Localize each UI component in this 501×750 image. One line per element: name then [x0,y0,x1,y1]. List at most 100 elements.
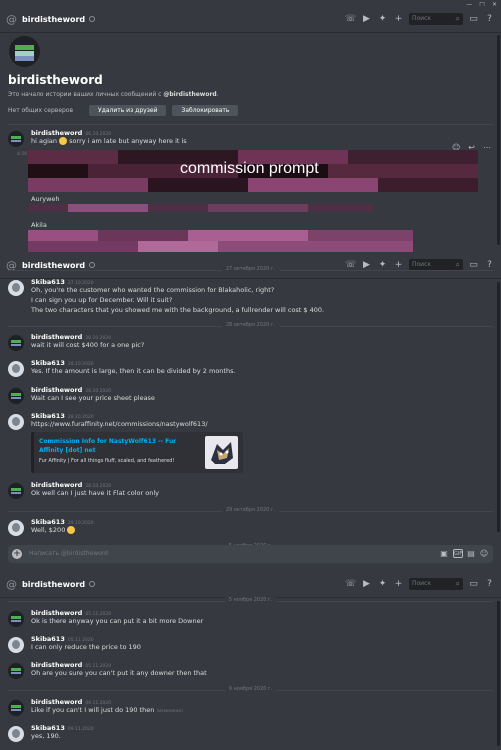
status-icon [89,16,96,22]
username[interactable]: Skiba613 [31,724,65,732]
add-friend-icon[interactable]: + [393,260,404,271]
username[interactable]: birdistheword [31,386,82,394]
message[interactable]: birdistheword 28.10.2020 wait it will cos… [8,333,491,351]
message-text: Akila [31,221,47,229]
intro-username: birdistheword [8,73,103,87]
avatar [8,335,24,351]
message-text: Ok is there anyway you can put it a bit … [31,617,204,625]
message[interactable]: Skiba613 27.10.2020 Oh, you're the custom… [8,278,491,316]
message[interactable]: birdistheword 28.10.2020 Wait can I see y… [8,386,491,404]
embed-description: Fur Affinity | For all things fluff, sca… [39,458,175,464]
divider [8,124,493,125]
pin-icon[interactable]: ✦ [377,579,388,590]
username[interactable]: Skiba613 [31,278,65,286]
date-divider: 29 октября 2020 г. [8,507,493,513]
message[interactable]: birdistheword 05.11.2020 Oh are you sure … [8,661,491,679]
message[interactable]: birdistheword 06.10.2020 hi agian sorry i… [8,129,491,147]
search-input[interactable]: Поиск [409,13,463,25]
embed-title[interactable]: Commission Info for NastyWolf613 -- Fur … [39,437,194,455]
message-text: wait it will cost $400 for a one pic? [31,341,145,349]
avatar [8,726,24,742]
sticker-icon[interactable]: ▤ [466,549,476,558]
message[interactable]: birdistheword 09.11.2020 Like if you can'… [8,698,491,717]
message[interactable]: Skiba613 29.10.2020 Well, $200 [8,518,491,536]
gift-icon[interactable]: ▣ [439,549,449,558]
message-composer[interactable]: + Написать @birdistheword ▣ GIF ▤ ☺ [8,545,493,563]
avatar [8,388,24,404]
message-text: Like if you can't I will just do 190 the… [31,706,155,714]
avatar [8,131,24,147]
username[interactable]: Skiba613 [31,359,65,367]
pixelated-image[interactable] [28,230,413,252]
plus-icon[interactable]: + [12,549,22,559]
username[interactable]: birdistheword [31,609,82,617]
avatar [8,280,24,296]
date-divider: 9 ноября 2020 г. [8,686,493,692]
more-icon[interactable]: ⋯ [483,143,491,152]
at-icon: @ [6,577,17,591]
username[interactable]: birdistheword [31,333,82,341]
help-icon[interactable]: ? [484,579,495,590]
phone-icon[interactable]: ☏ [345,260,356,271]
add-friend-icon[interactable]: + [393,14,404,25]
video-icon[interactable]: ▶ [361,579,372,590]
message[interactable]: Skiba613 28.10.2020 https://www.furaffini… [8,412,491,430]
avatar [8,414,24,430]
inbox-icon[interactable]: ▭ [468,260,479,271]
username[interactable]: birdistheword [31,481,82,489]
message[interactable]: Skiba613 09.11.2020 yes, 190. [8,724,491,742]
pin-icon[interactable]: ✦ [377,260,388,271]
username[interactable]: Skiba613 [31,518,65,526]
video-icon[interactable]: ▶ [361,260,372,271]
embed-thumbnail[interactable] [205,436,238,469]
composer-input[interactable]: Написать @birdistheword [29,550,108,557]
message-link[interactable]: https://www.furaffinity.net/commissions/… [31,420,491,430]
header-username: birdistheword [22,260,86,270]
avatar [8,637,24,653]
timestamp: 09.11.2020 [67,727,94,732]
video-icon[interactable]: ▶ [361,14,372,25]
message[interactable]: Skiba613 28.10.2020 Yes. If the amount is… [8,359,491,377]
date-divider: 27 октября 2020 г. [8,266,493,272]
scrollbar[interactable] [497,35,500,245]
avatar [8,663,24,679]
username[interactable]: birdistheword [31,698,82,706]
mutual-servers: Нет общих серверов [8,107,74,114]
date-divider: 28 октября 2020 г. [8,322,493,328]
username[interactable]: Skiba613 [31,412,65,420]
dm-header: @ birdistheword ☏ ▶ ✦ + Поиск ▭ ? [0,6,501,33]
dm-header: @ birdistheword ☏ ▶ ✦ + Поиск ▭ ? [0,571,501,598]
at-icon: @ [6,12,17,26]
phone-icon[interactable]: ☏ [345,579,356,590]
search-input[interactable]: Поиск [409,578,463,590]
screen-intro: —□✕ @ birdistheword ☏ ▶ ✦ + Поиск ▭ ? bi… [0,0,501,252]
inbox-icon[interactable]: ▭ [468,14,479,25]
message-text: sorry i am late but anyway here it is [69,137,187,145]
message[interactable]: Skiba613 05.11.2020 I can only reduce the… [8,635,491,653]
username[interactable]: Skiba613 [31,635,65,643]
inbox-icon[interactable]: ▭ [468,579,479,590]
add-friend-icon[interactable]: + [393,579,404,590]
avatar [8,361,24,377]
message-text: Ok well can I just have it Flat color on… [31,489,159,497]
scrollbar[interactable] [497,601,500,746]
scrollbar[interactable] [497,282,500,532]
pixelated-image[interactable] [28,204,373,212]
link-embed[interactable]: Commission Info for NastyWolf613 -- Fur … [0,432,260,473]
remove-friend-button[interactable]: Удалить из друзей [89,105,167,116]
pin-icon[interactable]: ✦ [377,14,388,25]
username[interactable]: birdistheword [31,129,82,137]
username[interactable]: birdistheword [31,661,82,669]
avatar [8,483,24,499]
message-text: Wait can I see your price sheet please [31,394,155,402]
help-icon[interactable]: ? [484,260,495,271]
image-caption: commission prompt [180,160,319,177]
phone-icon[interactable]: ☏ [345,14,356,25]
screen-conversation: @ birdistheword ☏ ▶ ✦ + Поиск ▭ ? 27 окт… [0,252,501,570]
message[interactable]: birdistheword 05.11.2020 Ok is there anyw… [8,609,491,627]
message[interactable]: birdistheword 28.10.2020 Ok well can I ju… [8,481,491,499]
emoji-picker-icon[interactable]: ☺ [479,549,489,558]
gif-icon[interactable]: GIF [453,549,463,558]
help-icon[interactable]: ? [484,14,495,25]
block-button[interactable]: Заблокировать [172,105,239,116]
